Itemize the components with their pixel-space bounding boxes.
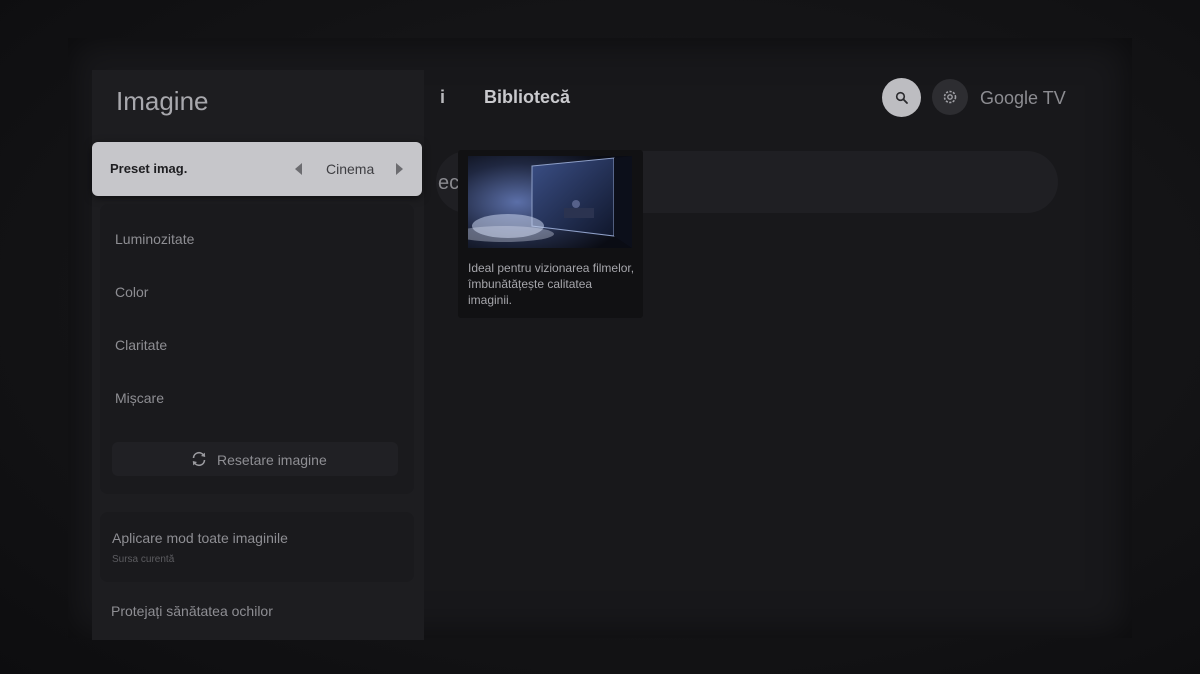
search-icon xyxy=(895,91,908,104)
preset-value: Cinema xyxy=(326,161,375,177)
home-search-strip-text: ec xyxy=(438,172,460,194)
search-button[interactable] xyxy=(882,78,921,117)
refresh-icon xyxy=(192,451,206,467)
menu-item-motion[interactable]: Mișcare xyxy=(115,390,164,406)
reset-picture-button[interactable]: Resetare imagine xyxy=(112,442,398,476)
eye-health-item[interactable]: Protejați sănătatea ochilor xyxy=(111,603,273,619)
cinema-preview-image xyxy=(468,156,632,248)
tab-partial[interactable]: i xyxy=(440,87,445,108)
tab-library[interactable]: Bibliotecă xyxy=(484,87,570,108)
menu-item-clarity[interactable]: Claritate xyxy=(115,337,167,353)
apply-all-label[interactable]: Aplicare mod toate imaginile xyxy=(112,530,288,546)
menu-item-brightness[interactable]: Luminozitate xyxy=(115,231,194,247)
tv-screen: ec i Bibliotecă Google TV Imagine Preset… xyxy=(0,0,1200,674)
gear-icon xyxy=(943,90,957,104)
settings-button[interactable] xyxy=(932,79,968,115)
panel-title: Imagine xyxy=(116,86,209,116)
reset-label: Resetare imagine xyxy=(217,452,327,468)
preset-description-card: Ideal pentru vizionarea filmelor, îmbună… xyxy=(458,150,643,318)
preset-label: Preset imag. xyxy=(110,161,188,176)
chevron-right-icon[interactable] xyxy=(396,163,403,175)
picture-preset-selector[interactable]: Preset imag. Cinema xyxy=(92,142,422,196)
menu-item-color[interactable]: Color xyxy=(115,284,148,300)
apply-mode-group[interactable] xyxy=(100,512,414,582)
chevron-left-icon[interactable] xyxy=(295,163,302,175)
google-tv-logo: Google TV xyxy=(980,88,1066,108)
preset-description-text: Ideal pentru vizionarea filmelor, îmbună… xyxy=(468,261,635,307)
apply-all-sublabel: Sursa curentă xyxy=(112,554,175,565)
